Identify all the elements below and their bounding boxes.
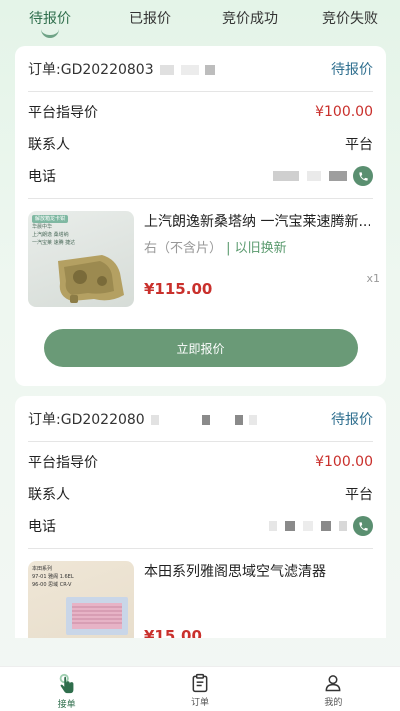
phone-call-icon[interactable]	[353, 516, 373, 536]
redaction-mask	[339, 521, 347, 531]
air-filter-icon	[66, 597, 128, 635]
thumbnail-text: 解放箱龙卡钳 华晨中华 上汽朗逸 桑塔纳 一汽宝莱 速腾 捷达	[32, 215, 75, 247]
product-quantity: x1	[366, 272, 380, 285]
redaction-mask	[307, 171, 321, 181]
redaction-mask	[180, 64, 199, 75]
status-tabs: 待报价 已报价 竞价成功 竞价失败	[0, 0, 400, 40]
redaction-mask	[285, 521, 295, 531]
thumbnail-line: 本田系列	[32, 566, 53, 572]
redaction-mask	[329, 171, 347, 181]
contact-row: 联系人 平台	[28, 478, 373, 510]
clipboard-icon	[192, 673, 208, 693]
redaction-mask	[202, 414, 211, 425]
redaction-mask	[234, 414, 243, 425]
tab-bid-failed[interactable]: 竞价失败	[300, 8, 400, 38]
status-badge: 待报价	[331, 61, 373, 78]
redaction-mask	[151, 414, 160, 425]
product-info: 上汽朗逸新桑塔纳 一汽宝莱速腾新... 右（不含片） | 以旧换新 ¥115.0…	[144, 211, 373, 319]
redaction-mask	[216, 414, 229, 425]
phone-row: 电话	[28, 510, 373, 542]
product-price: ¥115.00	[144, 280, 213, 298]
tabbar-item-accept-orders[interactable]: 接单	[0, 667, 133, 711]
redaction-mask	[273, 171, 299, 181]
guide-price-row: 平台指导价 ¥100.00	[28, 446, 373, 478]
phone-label: 电话	[28, 519, 56, 535]
quote-now-button[interactable]: 立即报价	[43, 329, 358, 367]
tabbar-item-profile[interactable]: 我的	[267, 667, 400, 711]
order-number-text: 订单:GD20220803	[28, 61, 154, 78]
product-spec: 右（不含片） | 以旧换新	[144, 237, 373, 256]
brake-caliper-icon	[58, 255, 124, 303]
tab-quoted[interactable]: 已报价	[100, 8, 200, 38]
guide-price-value: ¥100.00	[315, 104, 373, 120]
product-info: 本田系列雅阁思域空气滤清器 ¥15.00	[144, 561, 373, 638]
product-thumbnail: 解放箱龙卡钳 华晨中华 上汽朗逸 桑塔纳 一汽宝莱 速腾 捷达	[28, 211, 134, 307]
order-number: 订单:GD20220803	[28, 59, 215, 79]
hand-tap-icon	[59, 673, 74, 694]
phone-call-icon[interactable]	[353, 166, 373, 186]
product-name: 上汽朗逸新桑塔纳 一汽宝莱速腾新...	[144, 214, 370, 230]
order-header: 订单:GD20220803 待报价	[28, 46, 373, 92]
product-item[interactable]: 解放箱龙卡钳 华晨中华 上汽朗逸 桑塔纳 一汽宝莱 速腾 捷达 上汽朗逸新桑塔纳…	[28, 199, 380, 319]
thumbnail-tag: 解放箱龙卡钳	[32, 215, 69, 223]
user-icon	[325, 675, 341, 692]
tab-bid-success[interactable]: 竞价成功	[200, 8, 300, 38]
contact-value: 平台	[345, 137, 373, 153]
guide-price-value: ¥100.00	[315, 454, 373, 470]
tabbar-label: 接单	[57, 700, 76, 710]
redaction-mask	[321, 521, 331, 531]
order-number: 订单:GD2022080	[28, 409, 258, 429]
order-number-text: 订单:GD2022080	[28, 411, 145, 428]
status-badge: 待报价	[331, 411, 373, 428]
tabbar-label: 我的	[324, 698, 343, 708]
redaction-mask	[204, 64, 215, 75]
phone-value	[267, 516, 373, 536]
tab-pending-quote[interactable]: 待报价	[0, 8, 100, 38]
thumbnail-text: 本田系列 97-01 雅阁 1.6EL 96-00 思域 CR-V	[32, 565, 74, 589]
redaction-mask	[160, 64, 175, 75]
order-card: 订单:GD2022080 待报价 平台指导价 ¥100.00 联系人 平台 电话	[15, 396, 386, 638]
product-thumbnail: 本田系列 97-01 雅阁 1.6EL 96-00 思域 CR-V	[28, 561, 134, 638]
phone-row: 电话	[28, 160, 373, 192]
redaction-mask	[249, 414, 258, 425]
tabbar-item-orders[interactable]: 订单	[133, 667, 266, 711]
trade-in-tag: | 以旧换新	[226, 241, 287, 256]
phone-label: 电话	[28, 169, 56, 185]
thumbnail-line: 97-01 雅阁 1.6EL	[32, 574, 74, 580]
order-header: 订单:GD2022080 待报价	[28, 396, 373, 442]
thumbnail-line: 96-00 思域 CR-V	[32, 582, 72, 588]
contact-value: 平台	[345, 487, 373, 503]
contact-label: 联系人	[28, 137, 70, 153]
redaction-mask	[269, 521, 277, 531]
guide-price-row: 平台指导价 ¥100.00	[28, 96, 373, 128]
thumbnail-line: 上汽朗逸 桑塔纳	[32, 232, 69, 238]
order-card: 订单:GD20220803 待报价 平台指导价 ¥100.00 联系人 平台 电…	[15, 46, 386, 386]
contact-label: 联系人	[28, 487, 70, 503]
spec-text: 右（不含片）	[144, 241, 223, 256]
product-item[interactable]: 本田系列 97-01 雅阁 1.6EL 96-00 思域 CR-V 本田系列雅阁…	[28, 549, 373, 638]
order-list[interactable]: 订单:GD20220803 待报价 平台指导价 ¥100.00 联系人 平台 电…	[0, 44, 400, 638]
bottom-tab-bar: 接单 订单 我的	[0, 666, 400, 711]
product-name: 本田系列雅阁思域空气滤清器	[144, 564, 326, 580]
phone-value	[271, 166, 373, 186]
thumbnail-line: 一汽宝莱 速腾 捷达	[32, 240, 76, 246]
tabbar-label: 订单	[190, 698, 209, 708]
contact-row: 联系人 平台	[28, 128, 373, 160]
redaction-mask	[165, 414, 196, 425]
guide-price-label: 平台指导价	[28, 455, 98, 471]
thumbnail-line: 华晨中华	[32, 224, 53, 230]
guide-price-label: 平台指导价	[28, 105, 98, 121]
redaction-mask	[303, 521, 313, 531]
product-price: ¥15.00	[144, 627, 202, 638]
